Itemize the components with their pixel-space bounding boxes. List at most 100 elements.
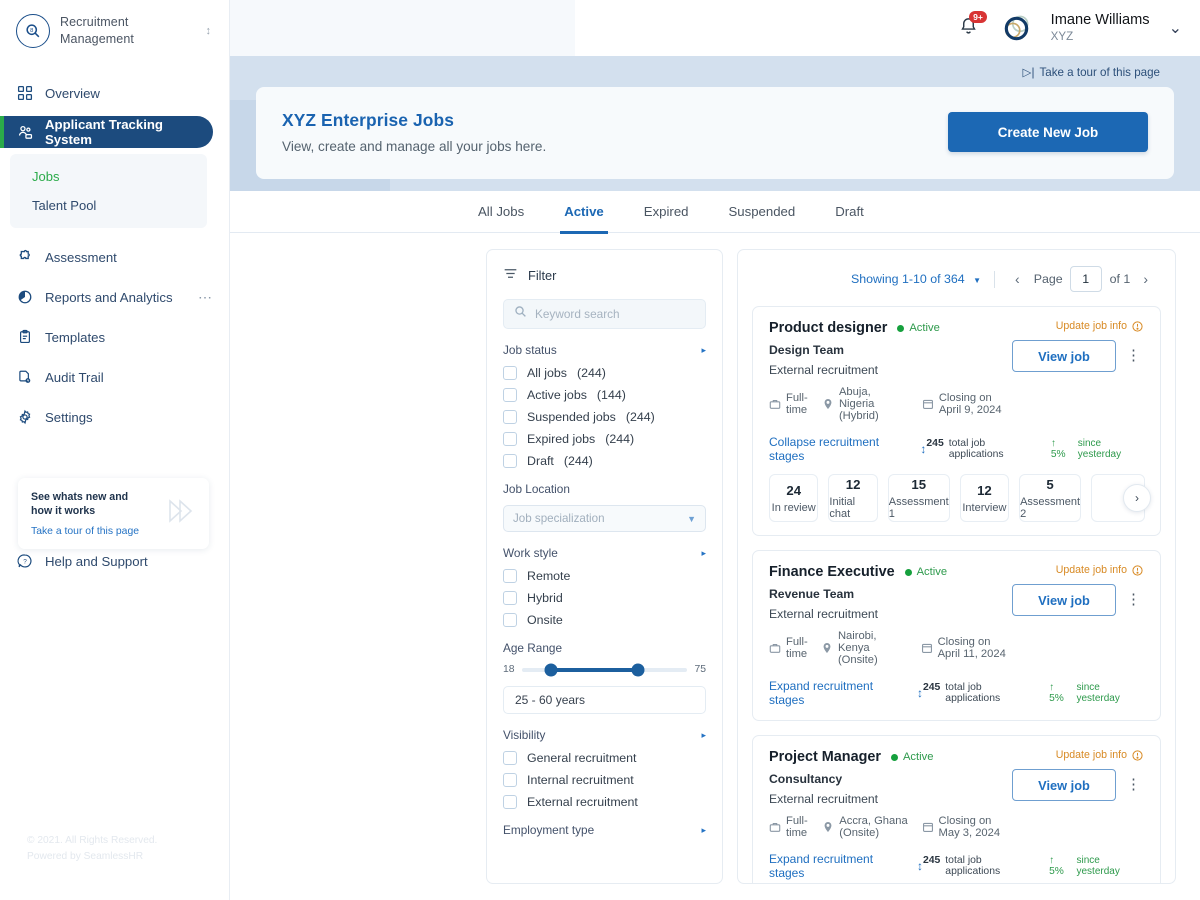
- page-input[interactable]: 1: [1070, 266, 1102, 292]
- view-job-button[interactable]: View job: [1012, 769, 1116, 801]
- checkbox-box[interactable]: [503, 366, 517, 380]
- avatar[interactable]: [998, 10, 1035, 47]
- toggle-recruitment-stages[interactable]: Expand recruitment stages ↕: [769, 679, 923, 707]
- create-new-job-button[interactable]: Create New Job: [948, 112, 1148, 152]
- user-menu[interactable]: Imane Williams XYZ: [1051, 12, 1150, 43]
- checkbox-external-recruitment[interactable]: External recruitment: [503, 795, 706, 809]
- update-job-info-link[interactable]: Update job info: [1056, 564, 1143, 576]
- kebab-menu-icon[interactable]: ⋮: [1122, 779, 1145, 791]
- checkbox-box[interactable]: [503, 410, 517, 424]
- checkbox-all-jobs[interactable]: All jobs (244): [503, 366, 706, 380]
- toggle-recruitment-stages[interactable]: Expand recruitment stages ↕: [769, 852, 923, 880]
- search-input[interactable]: [535, 307, 695, 321]
- checkbox-expired-jobs[interactable]: Expired jobs (244): [503, 432, 706, 446]
- checkbox-box[interactable]: [503, 613, 517, 627]
- age-range-slider[interactable]: 18 75: [503, 664, 706, 675]
- sidebar-subitem-jobs[interactable]: Jobs: [10, 162, 207, 191]
- stage-card[interactable]: 12 Interview: [960, 474, 1009, 522]
- view-job-button[interactable]: View job: [1012, 584, 1116, 616]
- sidebar-subitem-talent-pool[interactable]: Talent Pool: [10, 191, 207, 220]
- checkbox-box[interactable]: [503, 432, 517, 446]
- kebab-menu-icon[interactable]: ⋮: [1122, 594, 1145, 606]
- chevron-right-icon[interactable]: ▸: [701, 345, 706, 356]
- hero-card: XYZ Enterprise Jobs View, create and man…: [256, 87, 1174, 179]
- slider-knob-high[interactable]: [631, 663, 644, 676]
- chevron-right-icon[interactable]: ›: [1136, 271, 1155, 287]
- chevron-left-icon[interactable]: ‹: [1008, 271, 1027, 287]
- promo-tour-link[interactable]: Take a tour of this page: [31, 526, 162, 537]
- update-job-info-link[interactable]: Update job info: [1056, 749, 1143, 761]
- keyword-search-box[interactable]: [503, 299, 706, 329]
- status-dot-icon: [905, 569, 912, 576]
- checkbox-box[interactable]: [503, 388, 517, 402]
- checkbox-remote[interactable]: Remote: [503, 569, 706, 583]
- checkbox-internal-recruitment[interactable]: Internal recruitment: [503, 773, 706, 787]
- chevron-right-icon[interactable]: ▸: [701, 825, 706, 836]
- promo-card: See whats new and how it works Take a to…: [18, 478, 209, 549]
- kebab-menu-icon[interactable]: ⋮: [1122, 350, 1145, 362]
- stage-card[interactable]: 15 Assessment 1: [888, 474, 950, 522]
- job-card[interactable]: Project Manager Active Consultancy Exter…: [752, 735, 1161, 884]
- user-org: XYZ: [1051, 30, 1150, 44]
- checkbox-onsite[interactable]: Onsite: [503, 613, 706, 627]
- sidebar-item-assessment[interactable]: Assessment: [0, 240, 229, 274]
- notifications-button[interactable]: 9+: [958, 16, 982, 40]
- chevron-down-icon[interactable]: ⌄: [1169, 18, 1182, 38]
- job-card[interactable]: Finance Executive Active Revenue Team Ex…: [752, 550, 1161, 721]
- status-label: Active: [903, 751, 933, 763]
- take-a-tour-link[interactable]: ▷| Take a tour of this page: [1023, 65, 1160, 79]
- job-card[interactable]: Product designer Active Design Team Exte…: [752, 306, 1161, 536]
- checkbox-active-jobs[interactable]: Active jobs (144): [503, 388, 706, 402]
- filter-group-job-location: Job Location Job specialization ▼: [503, 482, 706, 532]
- tab-active[interactable]: Active: [564, 191, 604, 232]
- checkbox-box[interactable]: [503, 751, 517, 765]
- stage-card[interactable]: 5 Assessment 2: [1019, 474, 1081, 522]
- stage-card[interactable]: 12 Initial chat: [828, 474, 877, 522]
- stage-count: 12: [846, 477, 861, 492]
- checkbox-box[interactable]: [503, 569, 517, 583]
- brand-switcher[interactable]: 8 Recruitment Management ↕: [0, 0, 229, 48]
- update-job-info-link[interactable]: Update job info: [1056, 320, 1143, 332]
- trend-since: since yesterday: [1076, 682, 1145, 704]
- job-tabs: All Jobs Active Expired Suspended Draft: [230, 191, 1200, 233]
- sidebar-item-reports-and-analytics[interactable]: Reports and Analytics ⋯: [0, 280, 229, 314]
- chevron-updown-icon[interactable]: ↕: [206, 26, 212, 37]
- job-meta: Full-time Accra, Ghana (Onsite): [769, 815, 1012, 839]
- chevron-right-icon[interactable]: ▸: [701, 730, 706, 741]
- job-closing-label: Closing on May 3, 2024: [939, 815, 1012, 839]
- checkbox-suspended-jobs[interactable]: Suspended jobs (244): [503, 410, 706, 424]
- tab-suspended[interactable]: Suspended: [729, 191, 796, 232]
- stage-card[interactable]: 24 In review: [769, 474, 818, 522]
- age-range-value[interactable]: 25 - 60 years: [503, 686, 706, 714]
- checkbox-box[interactable]: [503, 591, 517, 605]
- tab-expired[interactable]: Expired: [644, 191, 689, 232]
- job-status-label: Job status: [503, 343, 557, 357]
- tab-draft[interactable]: Draft: [835, 191, 864, 232]
- stages-next-button[interactable]: ›: [1123, 484, 1151, 512]
- checkbox-box[interactable]: [503, 454, 517, 468]
- toggle-recruitment-stages[interactable]: Collapse recruitment stages ↕: [769, 435, 926, 463]
- job-specialization-select[interactable]: Job specialization ▼: [503, 505, 706, 532]
- sidebar-item-templates[interactable]: Templates: [0, 320, 229, 354]
- showing-dropdown[interactable]: Showing 1-10 of 364 ▼: [851, 272, 981, 286]
- checkbox-box[interactable]: [503, 773, 517, 787]
- sidebar-item-overview[interactable]: Overview: [0, 76, 229, 110]
- checkbox-general-recruitment[interactable]: General recruitment: [503, 751, 706, 765]
- checkbox-draft[interactable]: Draft (244): [503, 454, 706, 468]
- chevron-right-icon[interactable]: ▸: [701, 548, 706, 559]
- job-employment-type: Full-time: [769, 636, 808, 660]
- sidebar-item-settings[interactable]: Settings: [0, 400, 229, 434]
- filter-lines-icon: [503, 266, 518, 284]
- divider: [994, 271, 995, 288]
- slider-knob-low[interactable]: [545, 663, 558, 676]
- sidebar-item-audit-trail[interactable]: Audit Trail: [0, 360, 229, 394]
- tab-all-jobs[interactable]: All Jobs: [478, 191, 524, 232]
- status-badge: Active: [891, 751, 933, 763]
- view-job-button[interactable]: View job: [1012, 340, 1116, 372]
- slider-track[interactable]: [522, 668, 688, 672]
- checkbox-box[interactable]: [503, 795, 517, 809]
- checkbox-hybrid[interactable]: Hybrid: [503, 591, 706, 605]
- sidebar-item-applicant-tracking-system[interactable]: Applicant Tracking System: [0, 116, 213, 148]
- sidebar-item-help-and-support[interactable]: ? Help and Support: [16, 552, 148, 570]
- sidebar-item-more-icon[interactable]: ⋯: [198, 293, 213, 301]
